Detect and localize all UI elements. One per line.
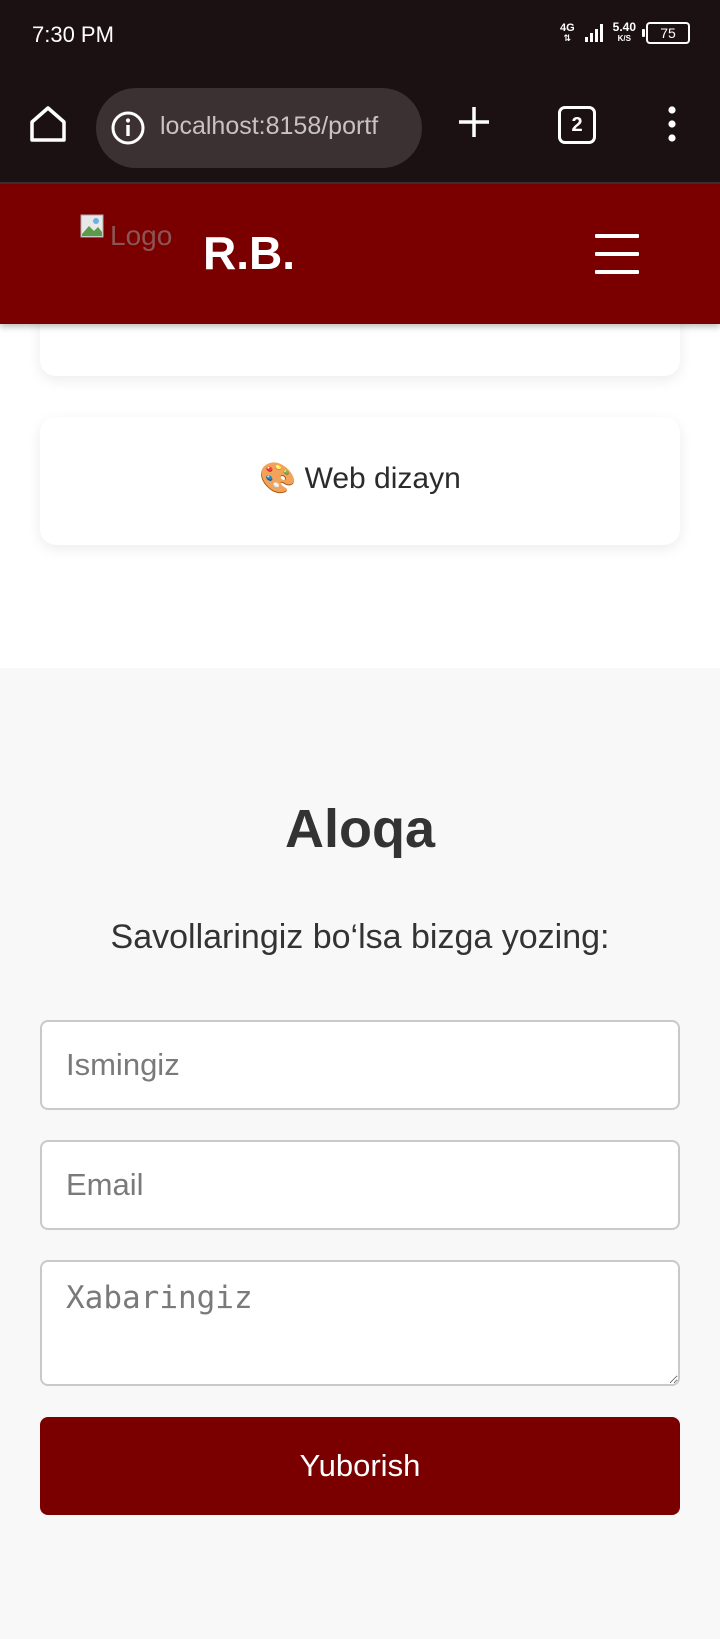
logo-image[interactable]: Logo bbox=[80, 214, 190, 262]
network-type: 4G ⇅ bbox=[559, 22, 575, 44]
broken-image-icon bbox=[80, 214, 104, 238]
contact-title: Aloqa bbox=[284, 799, 435, 859]
hamburger-menu-icon[interactable] bbox=[595, 234, 639, 276]
status-time: 7:30 PM bbox=[32, 22, 114, 47]
logo-alt-text: Logo bbox=[110, 220, 173, 251]
tab-switcher-button[interactable]: 2 bbox=[558, 106, 596, 144]
submit-button[interactable]: Yuborish bbox=[40, 1417, 680, 1515]
new-tab-icon[interactable] bbox=[456, 104, 492, 140]
data-arrows-icon: ⇅ bbox=[563, 33, 572, 43]
message-textarea[interactable] bbox=[40, 1260, 680, 1386]
contact-section: Aloqa Savollaringiz bo‘lsa bizga yozing:… bbox=[0, 668, 720, 1639]
browser-toolbar: localhost:8158/portf 2 bbox=[0, 72, 720, 184]
contact-subtitle: Savollaringiz bo‘lsa bizga yozing: bbox=[110, 918, 610, 956]
signal-icon bbox=[584, 24, 603, 42]
service-card-web-design: 🎨 Web dizayn bbox=[40, 417, 680, 545]
battery-icon: 75 bbox=[642, 22, 690, 44]
status-bar: 7:30 PM 4G ⇅ 5.40 K/S 75 bbox=[0, 0, 720, 72]
palette-icon: 🎨 bbox=[259, 462, 297, 495]
brand-name[interactable]: R.B. bbox=[203, 226, 295, 280]
name-input[interactable] bbox=[40, 1020, 680, 1110]
service-label: 🎨 Web dizayn bbox=[259, 462, 461, 495]
home-icon[interactable] bbox=[26, 102, 70, 146]
site-header: Logo R.B. bbox=[0, 184, 720, 324]
email-input[interactable] bbox=[40, 1140, 680, 1230]
web-page: 🎨 Web dizayn Aloqa Savollaringiz bo‘lsa b… bbox=[0, 184, 720, 1639]
status-indicators: 4G ⇅ 5.40 K/S 75 bbox=[559, 20, 690, 44]
info-icon[interactable] bbox=[110, 110, 146, 146]
url-text[interactable]: localhost:8158/portf bbox=[160, 112, 410, 141]
network-speed: 5.40 K/S bbox=[612, 20, 636, 43]
more-options-icon[interactable] bbox=[664, 102, 680, 146]
address-bar[interactable]: localhost:8158/portf bbox=[96, 88, 422, 168]
